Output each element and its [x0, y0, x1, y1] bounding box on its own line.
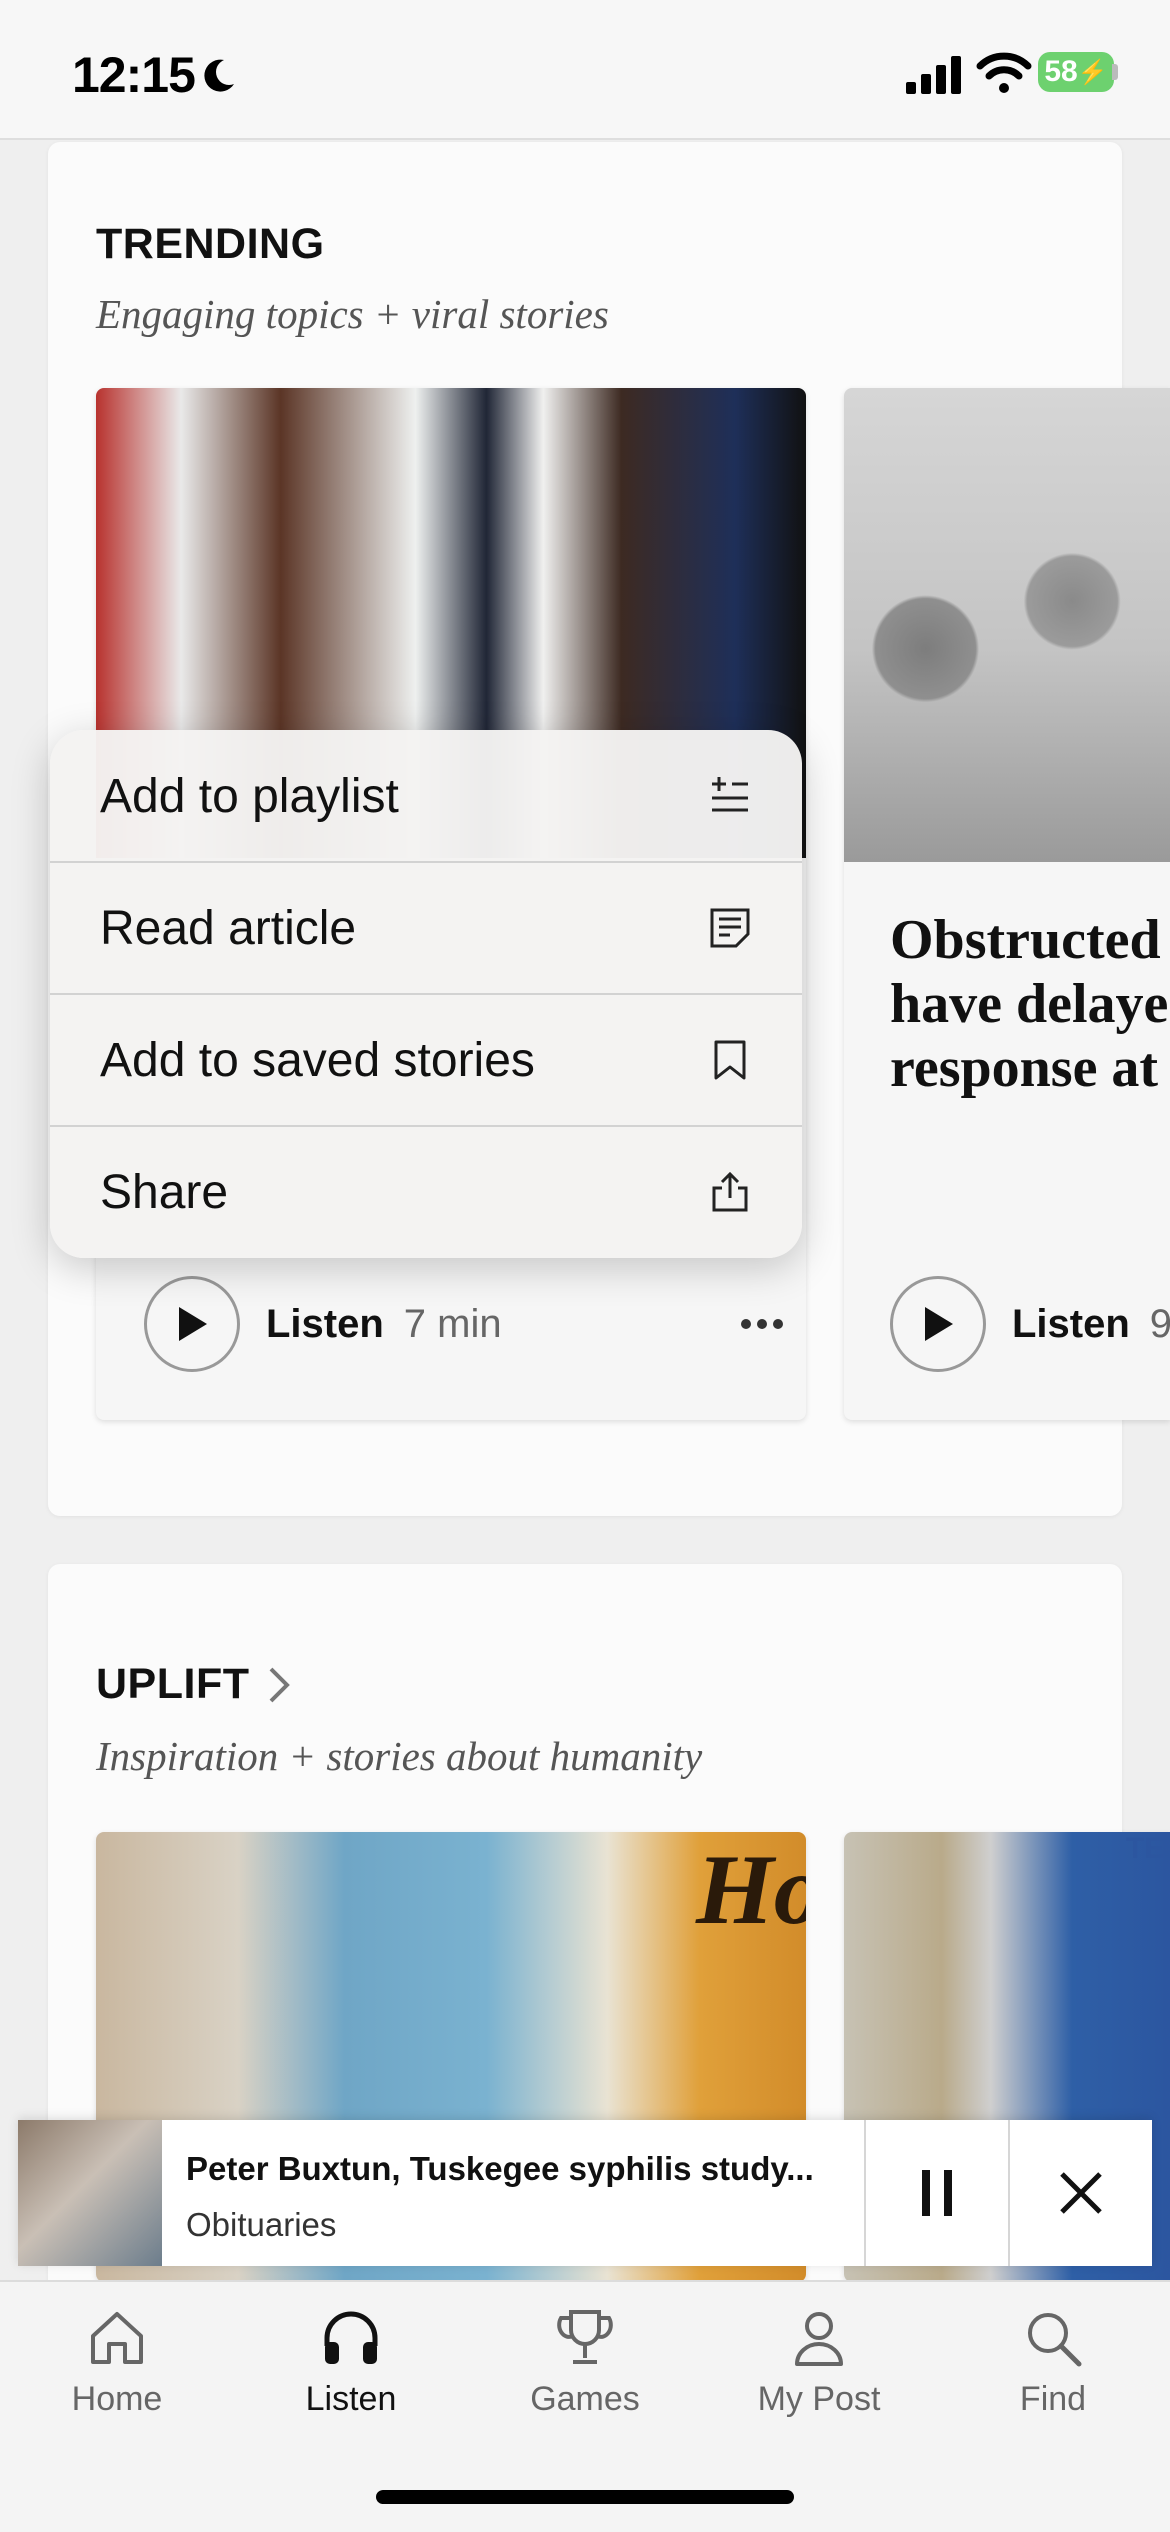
share-icon [712, 1171, 748, 1212]
pause-button[interactable] [866, 2120, 1008, 2266]
battery-level: 58 [1044, 55, 1078, 88]
pause-icon [922, 2170, 952, 2216]
headline-line-2: have delaye [890, 973, 1169, 1035]
menu-item-add-to-playlist[interactable]: Add to playlist [50, 730, 802, 862]
story-image [844, 388, 1170, 862]
tab-label: Find [1019, 2380, 1087, 2418]
mini-player-thumbnail [18, 2120, 162, 2266]
add-to-playlist-icon [712, 777, 748, 812]
menu-item-label: Add to playlist [100, 769, 399, 823]
play-button[interactable] [144, 1276, 240, 1372]
article-icon [710, 908, 750, 948]
play-icon [925, 1307, 953, 1341]
sign-text: TEL [1126, 1832, 1170, 1865]
headline-line-1: Obstructed [890, 909, 1161, 971]
moon-icon [204, 59, 234, 92]
close-icon [1060, 2172, 1102, 2214]
home-icon [91, 2312, 143, 2364]
tab-label: My Post [757, 2380, 881, 2418]
story-headline: Obstructed have delaye response at [890, 908, 1170, 1100]
cellular-signal-icon [906, 56, 961, 94]
uplift-title: UPLIFT [96, 1660, 250, 1708]
status-bar: 12:15 58 ⚡ [0, 0, 1170, 140]
search-icon [1028, 2313, 1082, 2367]
trending-subtitle: Engaging topics + viral stories [96, 291, 609, 337]
battery-nub [1112, 64, 1118, 80]
mini-player[interactable]: Peter Buxtun, Tuskegee syphilis study...… [18, 2120, 1152, 2266]
listen-duration: 9 [1149, 1301, 1170, 1346]
menu-item-read-article[interactable]: Read article [50, 862, 802, 994]
bookmark-icon [714, 1040, 746, 1080]
mini-player-subtitle: Obituaries [186, 2206, 337, 2243]
listen-duration: 7 min [403, 1301, 502, 1346]
listen-row: Listen 9 [890, 1274, 1170, 1374]
trophy-icon [557, 2310, 613, 2364]
uplift-subtitle: Inspiration + stories about humanity [96, 1733, 703, 1779]
listen-label: Listen [1012, 1301, 1130, 1346]
trending-title: TRENDING [96, 220, 325, 268]
wifi-icon [976, 52, 1032, 93]
person-icon [795, 2312, 843, 2366]
tab-find[interactable]: Find [936, 2306, 1170, 2446]
trending-story-card-2[interactable]: Obstructed have delaye response at Liste… [844, 388, 1170, 1420]
tab-games[interactable]: Games [468, 2306, 702, 2446]
headphones-icon [324, 2311, 378, 2364]
listen-row: Listen 7 min [144, 1274, 784, 1374]
headline-line-3: response at [890, 1037, 1159, 1099]
close-button[interactable] [1010, 2120, 1152, 2266]
tab-my-post[interactable]: My Post [702, 2306, 936, 2446]
status-time: 12:15 [72, 47, 196, 103]
battery-indicator: 58 ⚡ [1038, 52, 1114, 92]
tab-label: Home [71, 2380, 163, 2418]
menu-item-label: Share [100, 1165, 229, 1219]
play-icon [179, 1307, 207, 1341]
tab-listen[interactable]: Listen [234, 2306, 468, 2446]
home-indicator [376, 2490, 794, 2504]
listen-label: Listen [266, 1301, 384, 1346]
sign-text: Ho [696, 1834, 806, 1945]
tab-label: Listen [305, 2380, 397, 2418]
chevron-right-icon [270, 1667, 291, 1702]
play-button[interactable] [890, 1276, 986, 1372]
menu-item-save-story[interactable]: Add to saved stories [50, 994, 802, 1126]
tab-label: Games [530, 2380, 640, 2418]
more-options-icon[interactable] [740, 1318, 784, 1330]
tab-home[interactable]: Home [0, 2306, 234, 2446]
menu-item-label: Add to saved stories [100, 1033, 535, 1087]
menu-item-label: Read article [100, 901, 357, 955]
menu-item-share[interactable]: Share [50, 1126, 802, 1258]
context-menu: Add to playlist Read article Add to save… [50, 730, 802, 1258]
mini-player-title: Peter Buxtun, Tuskegee syphilis study... [186, 2150, 814, 2187]
uplift-header[interactable]: UPLIFT [96, 1660, 291, 1709]
